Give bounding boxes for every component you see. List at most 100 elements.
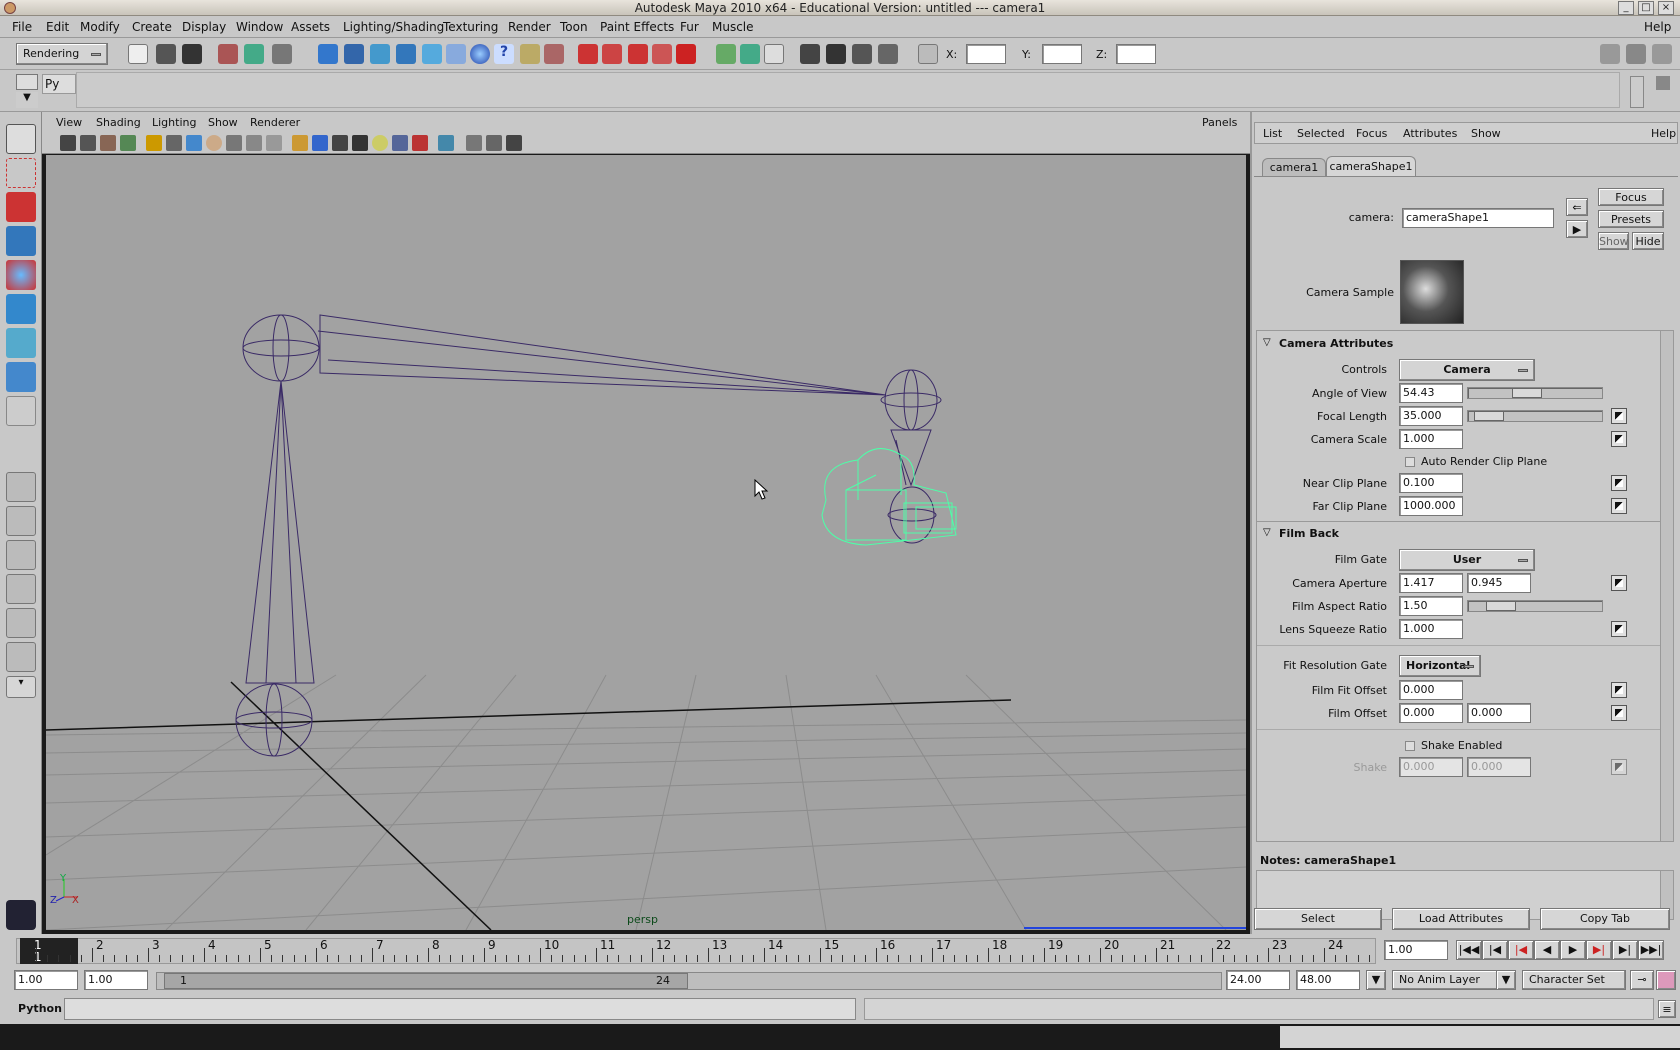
frame-all-icon[interactable] — [486, 135, 502, 151]
construction-history-icon[interactable] — [764, 44, 784, 64]
menu-muscle[interactable]: Muscle — [712, 20, 754, 34]
menuset-dropdown[interactable]: Rendering — [16, 43, 108, 65]
go-to-input-icon[interactable]: ⇐ — [1566, 198, 1588, 216]
focus-button[interactable]: Focus — [1598, 188, 1664, 206]
fit-res-gate-dropdown[interactable]: Horizontal — [1399, 655, 1481, 677]
viewport-menu-panels[interactable]: Panels — [1202, 116, 1237, 129]
focal-length-field[interactable]: 35.000 — [1399, 406, 1463, 426]
ae-menu-list[interactable]: List — [1263, 127, 1282, 140]
script-editor-icon[interactable]: ≡ — [1658, 1000, 1676, 1018]
anim-layer-dropdown[interactable]: No Anim Layer — [1392, 970, 1502, 990]
playback-start-field[interactable]: 1.00 — [84, 970, 148, 990]
step-back-icon[interactable]: |◀ — [1482, 940, 1508, 960]
anim-layer-menu-icon[interactable]: ▼ — [1496, 970, 1516, 990]
safe-action-icon[interactable] — [246, 135, 262, 151]
x-field[interactable] — [966, 44, 1006, 64]
viewport-menu-lighting[interactable]: Lighting — [152, 116, 196, 129]
anim-prefs-icon[interactable]: ▼ — [1366, 970, 1386, 990]
output-history-icon[interactable] — [740, 44, 760, 64]
camera-scale-map-icon[interactable] — [1611, 431, 1627, 447]
go-to-start-icon[interactable]: |◀◀ — [1456, 940, 1482, 960]
wireframe-icon[interactable] — [292, 135, 308, 151]
history-icon[interactable] — [716, 44, 736, 64]
highlight-selection-icon[interactable] — [544, 44, 564, 64]
collapse-arrow-icon[interactable]: ▽ — [1263, 527, 1271, 538]
joint-mask-icon[interactable] — [344, 44, 364, 64]
focal-length-slider[interactable] — [1467, 410, 1603, 422]
menu-paint-effects[interactable]: Paint Effects — [600, 20, 674, 34]
menu-lighting-shading[interactable]: Lighting/Shading — [343, 20, 444, 34]
film-aspect-field[interactable]: 1.50 — [1399, 596, 1463, 616]
character-set-dropdown[interactable]: Character Set — [1522, 970, 1626, 990]
play-forwards-icon[interactable]: ▶ — [1560, 940, 1586, 960]
trash-icon[interactable] — [1656, 76, 1670, 90]
persp-outliner-layout-icon[interactable] — [6, 540, 36, 570]
slider-thumb[interactable] — [1474, 411, 1504, 421]
show-tool-settings-icon[interactable] — [1626, 44, 1646, 64]
anim-preferences-icon[interactable] — [1656, 970, 1676, 990]
grid-icon[interactable] — [146, 135, 162, 151]
controls-dropdown[interactable]: Camera — [1399, 359, 1535, 381]
select-object-icon[interactable] — [244, 44, 264, 64]
snap-point-icon[interactable] — [628, 44, 648, 64]
viewport-menu-renderer[interactable]: Renderer — [250, 116, 300, 129]
load-attributes-button[interactable]: Load Attributes — [1392, 908, 1530, 930]
far-clip-map-icon[interactable] — [1611, 498, 1627, 514]
section-film-back[interactable]: Film Back — [1279, 527, 1339, 540]
input-mode-icon[interactable] — [918, 44, 938, 64]
camera-aperture-x-field[interactable]: 1.417 — [1399, 573, 1463, 593]
hypershade-layout-icon[interactable] — [6, 608, 36, 638]
shadows-icon[interactable] — [392, 135, 408, 151]
camera-attributes-icon[interactable] — [80, 135, 96, 151]
lock-selection-icon[interactable] — [520, 44, 540, 64]
new-scene-icon[interactable] — [128, 44, 148, 64]
python-shelf-button[interactable]: Py — [42, 74, 76, 94]
dynamic-mask-icon[interactable] — [446, 44, 466, 64]
layout-menu-icon[interactable]: ▾ — [6, 676, 36, 698]
step-back-key-icon[interactable]: |◀ — [1508, 940, 1534, 960]
safe-title-icon[interactable] — [266, 135, 282, 151]
open-scene-icon[interactable] — [156, 44, 176, 64]
ipr-render-icon[interactable] — [826, 44, 846, 64]
y-field[interactable] — [1042, 44, 1082, 64]
move-tool-icon[interactable] — [6, 226, 36, 256]
menu-render[interactable]: Render — [508, 20, 551, 34]
menu-texturing[interactable]: Texturing — [443, 20, 498, 34]
show-manipulator-icon[interactable] — [6, 396, 36, 426]
film-aspect-slider[interactable] — [1467, 600, 1603, 612]
make-live-icon[interactable] — [676, 44, 696, 64]
tab-camerashape1[interactable]: cameraShape1 — [1326, 156, 1416, 176]
ae-menu-selected[interactable]: Selected — [1297, 127, 1345, 140]
go-to-end-icon[interactable]: ▶▶| — [1638, 940, 1664, 960]
bookmarks-icon[interactable] — [100, 135, 116, 151]
graph-outliner-layout-icon[interactable] — [6, 642, 36, 672]
persp-graph-layout-icon[interactable] — [6, 574, 36, 604]
film-gate-icon[interactable] — [166, 135, 182, 151]
close-icon[interactable]: × — [1658, 1, 1674, 15]
start-time-field[interactable]: 1.00 — [14, 970, 78, 990]
viewport-menu-view[interactable]: View — [56, 116, 82, 129]
hypershade-icon[interactable] — [878, 44, 898, 64]
tab-camera1[interactable]: camera1 — [1262, 158, 1326, 176]
render-mask-icon[interactable] — [470, 44, 490, 64]
smooth-shade-icon[interactable] — [312, 135, 328, 151]
snap-grid-icon[interactable] — [578, 44, 598, 64]
menu-help[interactable]: Help — [1644, 20, 1671, 34]
step-forward-key-icon[interactable]: ▶| — [1586, 940, 1612, 960]
field-chart-icon[interactable] — [226, 135, 242, 151]
film-offset-y-field[interactable]: 0.000 — [1467, 703, 1531, 723]
surface-mask-icon[interactable] — [396, 44, 416, 64]
show-channel-box-icon[interactable] — [1652, 44, 1672, 64]
ae-menu-focus[interactable]: Focus — [1356, 127, 1387, 140]
auto-render-clip-checkbox[interactable] — [1405, 457, 1415, 467]
menu-assets[interactable]: Assets — [291, 20, 330, 34]
misc-mask-icon[interactable]: ? — [494, 44, 514, 64]
shelf-menu-icon[interactable]: ▼ — [16, 92, 38, 108]
slider-thumb[interactable] — [1512, 388, 1542, 398]
menu-toon[interactable]: Toon — [560, 20, 588, 34]
film-fit-offset-map-icon[interactable] — [1611, 682, 1627, 698]
z-field[interactable] — [1116, 44, 1156, 64]
camera-scale-field[interactable]: 1.000 — [1399, 429, 1463, 449]
end-time-field[interactable]: 48.00 — [1296, 970, 1360, 990]
cmd-language-label[interactable]: Python — [18, 1002, 62, 1015]
